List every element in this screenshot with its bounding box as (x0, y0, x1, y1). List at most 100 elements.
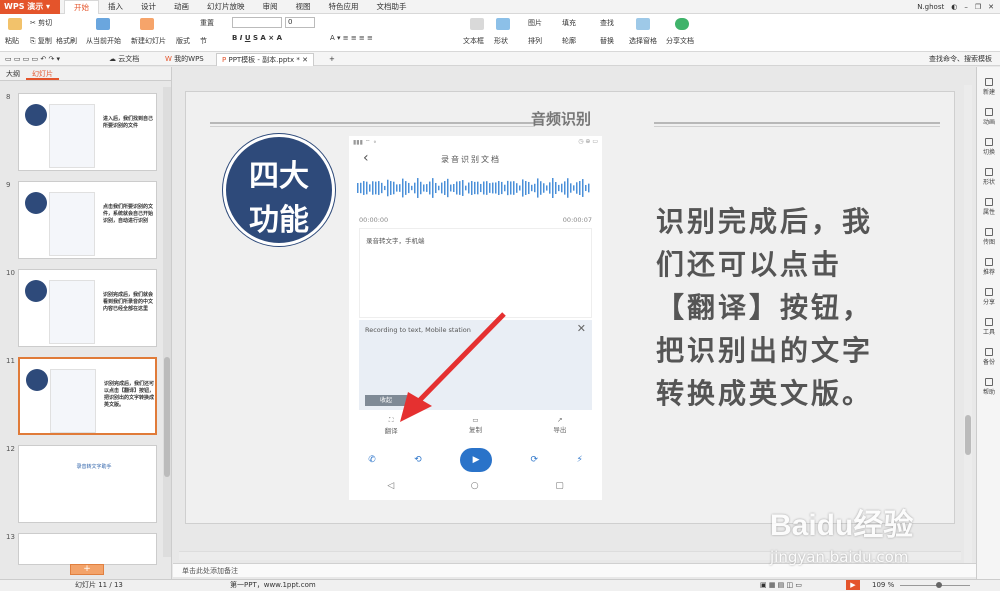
tab-slides[interactable]: 幻灯片 (26, 67, 59, 80)
sidebar-item-1[interactable]: 动画 (977, 105, 1000, 131)
translation-box[interactable]: Recording to text, Mobile station ✕ 收起 (359, 320, 592, 410)
vertical-scroll-thumb[interactable] (965, 415, 971, 455)
vertical-scrollbar[interactable] (964, 85, 972, 563)
nav-recent-icon[interactable]: ▢ (555, 481, 564, 491)
search-commands[interactable]: 查找命令、搜索模板 (924, 53, 997, 66)
minimize-icon[interactable]: – (964, 3, 968, 11)
cut-button[interactable]: ✂ 剪切 (30, 18, 52, 28)
phone-call-icon[interactable]: ✆ (368, 455, 376, 465)
zoom-slider[interactable] (900, 585, 970, 586)
from-current-button[interactable]: 从当前开始 (86, 36, 121, 46)
document-tab[interactable]: P PPT模板 - 副本.pptx * ✕ (216, 53, 314, 66)
translate-action[interactable]: ⛶ 翻译 (385, 416, 398, 440)
slide-thumbnail[interactable]: 进入后，我们找到自己所要识别的文件 (18, 93, 157, 171)
tab-outline[interactable]: 大纲 (0, 67, 26, 80)
tab-8[interactable]: 文档助手 (368, 0, 416, 14)
shape-button[interactable]: 形状 (494, 36, 508, 46)
rewind-icon[interactable]: ⟲ (414, 455, 422, 465)
share-doc-button[interactable]: 分享文档 (666, 36, 694, 46)
find-button[interactable]: 查找 (600, 18, 614, 28)
waveform-bar (531, 184, 533, 192)
slide-thumbnail[interactable]: 识别完成后，我们还可以点击【翻译】按钮，把识别出的文字转换成英文版。 (18, 357, 157, 435)
play-button[interactable]: ▶ (460, 448, 493, 472)
zoom-slider-thumb[interactable] (936, 582, 942, 588)
fill-button[interactable]: 填充 (562, 18, 576, 28)
paste-icon[interactable] (8, 18, 22, 30)
skin-icon[interactable]: ◐ (951, 3, 957, 11)
back-arrow-icon[interactable]: ‹ (363, 150, 369, 166)
nav-home-icon[interactable]: ○ (471, 481, 479, 491)
picture-button[interactable]: 图片 (528, 18, 542, 28)
reset-button[interactable]: 重置 (200, 18, 214, 28)
select-pane-icon[interactable] (636, 18, 650, 30)
tab-5[interactable]: 审阅 (254, 0, 287, 14)
outline-button[interactable]: 轮廓 (562, 36, 576, 46)
cloud-doc-tab[interactable]: ☁ 云文档 (104, 53, 144, 66)
sidebar-item-7[interactable]: 分享 (977, 285, 1000, 311)
close-translation-icon[interactable]: ✕ (577, 322, 586, 335)
font-size-field[interactable]: 0 (285, 17, 315, 28)
sidebar-item-6[interactable]: 推荐 (977, 255, 1000, 281)
close-icon[interactable]: ✕ (988, 3, 994, 11)
slide-thumbnail[interactable]: 点击我们所要识别的文件，系统就会自己开始识别，自动进行识别 (18, 181, 157, 259)
maximize-icon[interactable]: ❐ (975, 3, 981, 11)
replace-button[interactable]: 替换 (600, 36, 614, 46)
tab-0[interactable]: 开始 (64, 0, 99, 14)
transcript-box[interactable]: 录音转文字，手机端 (359, 228, 592, 318)
slide-canvas[interactable]: 音频识别 四大 功能 ▮▮▮ ⌔ ⚬ ◷ ⊕ ▭ ‹ 录音识别文档 00:00:… (185, 91, 955, 524)
tab-6[interactable]: 视图 (287, 0, 320, 14)
sidebar-item-8[interactable]: 工具 (977, 315, 1000, 341)
sidebar-item-2[interactable]: 切换 (977, 135, 1000, 161)
font-name-field[interactable] (232, 17, 282, 28)
section-button[interactable]: 节 (200, 36, 207, 46)
sidebar-item-5[interactable]: 传图 (977, 225, 1000, 251)
tab-1[interactable]: 插入 (99, 0, 132, 14)
text-box-button[interactable]: 文本框 (463, 36, 484, 46)
nav-back-icon[interactable]: ◁ (387, 481, 394, 491)
add-slide-button[interactable]: + (70, 564, 104, 575)
copy-action[interactable]: ▭ 复制 (469, 416, 482, 440)
sidebar-item-3[interactable]: 形状 (977, 165, 1000, 191)
sidebar-item-10[interactable]: 帮助 (977, 375, 1000, 401)
share-icon[interactable] (675, 18, 689, 30)
tab-3[interactable]: 动画 (165, 0, 198, 14)
sidebar-item-0[interactable]: 新建 (977, 75, 1000, 101)
quick-icons[interactable]: ▭ ▭ ▭ ▭ ↶ ↷ ▾ (0, 53, 65, 66)
forward-icon[interactable]: ⟳ (531, 455, 539, 465)
wps-app-button[interactable]: WPS 演示 ▾ (0, 0, 60, 14)
slide-thumbnail[interactable]: 识别完成后，我们就会看到我们所录音的中文内容已经全部在这里 (18, 269, 157, 347)
new-tab-button[interactable]: + (324, 53, 340, 66)
tab-4[interactable]: 幻灯片放映 (198, 0, 254, 14)
view-buttons[interactable]: ▣ ▦ ▤ ◫ ▭ (760, 580, 802, 591)
new-slide-icon[interactable] (140, 18, 154, 30)
play-icon[interactable] (96, 18, 110, 30)
my-wps-tab[interactable]: W 我的WPS (160, 53, 209, 66)
close-tab-icon[interactable]: ✕ (302, 56, 308, 64)
sidebar-item-9[interactable]: 备份 (977, 345, 1000, 371)
slide-thumbnail[interactable] (18, 533, 157, 565)
user-name[interactable]: N.ghost (917, 3, 944, 11)
bold-button[interactable]: B I U S A × A (232, 34, 282, 42)
hide-button[interactable]: 收起 (365, 395, 407, 406)
waveform-bar (543, 183, 545, 193)
panel-scroll-thumb[interactable] (164, 357, 170, 477)
speed-icon[interactable]: ⚡ (576, 455, 582, 465)
layout-button[interactable]: 版式 (176, 36, 190, 46)
copy-button[interactable]: ⎘ 复制 (30, 36, 52, 46)
select-pane-button[interactable]: 选择窗格 (629, 36, 657, 46)
panel-scrollbar[interactable] (163, 87, 171, 557)
paste-button[interactable]: 粘贴 (5, 36, 19, 46)
arrange-button[interactable]: 排列 (528, 36, 542, 46)
tab-2[interactable]: 设计 (132, 0, 165, 14)
tab-7[interactable]: 特色应用 (320, 0, 368, 14)
new-slide-button[interactable]: 新建幻灯片 (131, 36, 166, 46)
text-box-icon[interactable] (470, 18, 484, 30)
sidebar-item-4[interactable]: 属性 (977, 195, 1000, 221)
format-painter-button[interactable]: 格式刷 (56, 36, 77, 46)
zoom-level[interactable]: 109 % (872, 580, 894, 591)
shape-icon[interactable] (496, 18, 510, 30)
slide-thumbnail[interactable]: 录音转文字助手 (18, 445, 157, 523)
font-color-button[interactable]: A ▾ ≡ ≡ ≡ ≡ (330, 34, 373, 42)
play-slideshow-button[interactable]: ▶ (846, 580, 860, 590)
export-action[interactable]: ↗ 导出 (553, 416, 566, 440)
